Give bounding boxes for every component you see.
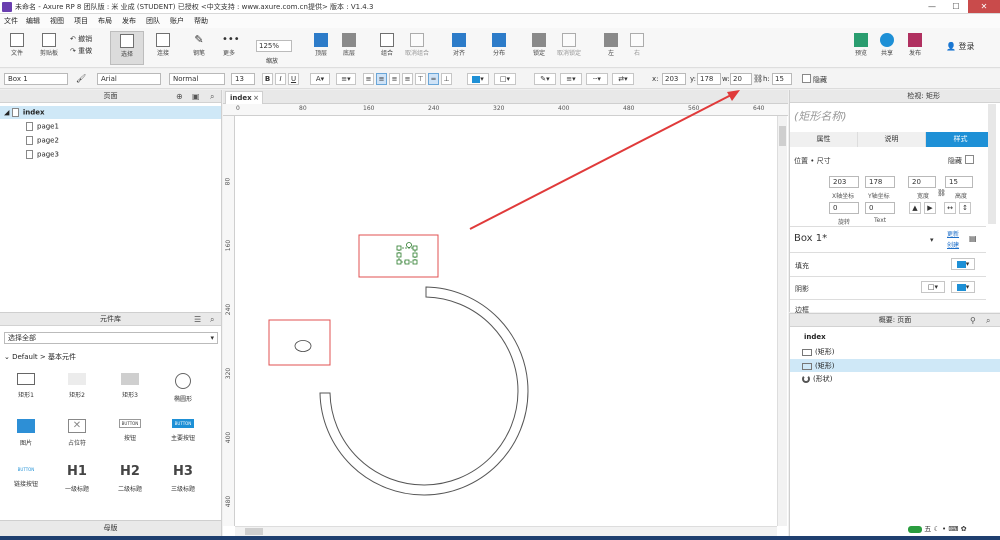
resize-handle (396, 259, 402, 265)
ellipse-widget (294, 340, 312, 352)
width-label: 宽度 (917, 193, 930, 200)
tab-style[interactable]: 样式 (926, 132, 996, 147)
rotate-handle (406, 242, 412, 248)
outline-header: 概要: 页面 (790, 314, 1000, 327)
inspector-hidden-label: 隐藏 (948, 157, 962, 165)
position-size-label: 位置 • 尺寸 (794, 157, 831, 165)
flip-h-button[interactable]: ▶ (924, 202, 936, 214)
outline-item[interactable]: (矩形) (802, 345, 992, 358)
dot-icon[interactable]: • (942, 525, 946, 533)
filter-icon[interactable]: ⚲ (970, 316, 976, 325)
outline-item[interactable]: (形状) (802, 374, 832, 384)
widget-name-input[interactable]: (矩形名称) (794, 108, 847, 124)
text-label: Text (874, 217, 887, 224)
tools-icon[interactable]: ✿ (961, 525, 967, 533)
outline-root[interactable]: index (804, 333, 826, 341)
shadow-label: 阴影 (795, 285, 809, 293)
fit-height-button[interactable]: ↕ (959, 202, 971, 214)
fill-color-picker[interactable]: ▾ (951, 258, 975, 270)
ime-mode[interactable]: 五 (924, 525, 931, 533)
inspector-y-input[interactable]: 178 (865, 176, 895, 188)
resize-handle (412, 245, 418, 251)
x-coord-label: X轴坐标 (832, 193, 855, 200)
resize-handle (412, 252, 418, 258)
inspector-x-input[interactable]: 203 (829, 176, 859, 188)
resize-handle (412, 259, 418, 265)
resize-handle (396, 245, 402, 251)
search-icon[interactable]: ⌕ (986, 316, 990, 326)
system-tray: 五 ☾ • ⌨ ✿ (908, 524, 996, 536)
shape-icon (802, 375, 810, 383)
fill-label: 填充 (795, 262, 809, 270)
text-rotate-input[interactable]: 0 (865, 202, 895, 214)
inspector-header: 检视: 矩形 (790, 90, 1000, 103)
outline-item-selected[interactable]: (矩形) (790, 359, 1000, 372)
style-manager-icon[interactable]: ▤ (969, 234, 977, 243)
rotate-label: 旋转 (838, 219, 851, 226)
tab-properties[interactable]: 属性 (790, 132, 858, 147)
resize-handle (396, 252, 402, 258)
fit-width-button[interactable]: ↔ (944, 202, 956, 214)
height-label: 高度 (955, 193, 968, 200)
chevron-down-icon[interactable]: ▾ (930, 236, 934, 244)
rotate-input[interactable]: 0 (829, 202, 859, 214)
outline-panel: 概要: 页面 ⚲ ⌕ index (矩形) (矩形) (形状) (789, 313, 1000, 540)
lock-ratio-icon[interactable]: ⛓ (937, 189, 946, 197)
annotation-arrowhead (727, 90, 740, 101)
rectangle-icon (802, 348, 812, 356)
divider (790, 276, 986, 277)
taskbar (0, 536, 1000, 540)
inspector-w-input[interactable]: 20 (908, 176, 936, 188)
tab-notes[interactable]: 说明 (858, 132, 926, 147)
annotation-arrow (469, 93, 734, 230)
create-style-link[interactable]: 创建 (947, 240, 959, 249)
keyboard-icon[interactable]: ⌨ (948, 525, 958, 533)
inner-shadow-picker[interactable]: ▾ (951, 281, 975, 293)
divider (790, 226, 986, 227)
divider (790, 299, 986, 300)
flip-v-button[interactable]: ▲ (909, 202, 921, 214)
inspector-h-input[interactable]: 15 (945, 176, 973, 188)
resize-handle (404, 259, 410, 265)
ime-icon[interactable] (908, 525, 922, 533)
inspector-hidden-checkbox[interactable] (965, 155, 974, 164)
update-style-link[interactable]: 更新 (947, 229, 959, 238)
style-name-select[interactable]: Box 1* (794, 233, 827, 244)
divider (790, 252, 986, 253)
inspector-scrollbar[interactable] (988, 104, 996, 224)
moon-icon[interactable]: ☾ (933, 525, 939, 533)
inspector-panel: 检视: 矩形 (矩形名称) (789, 90, 1000, 312)
ring-shape (319, 286, 529, 496)
outer-shadow-picker[interactable]: □▾ (921, 281, 945, 293)
y-coord-label: Y轴坐标 (868, 193, 890, 200)
rectangle-icon (802, 362, 812, 370)
